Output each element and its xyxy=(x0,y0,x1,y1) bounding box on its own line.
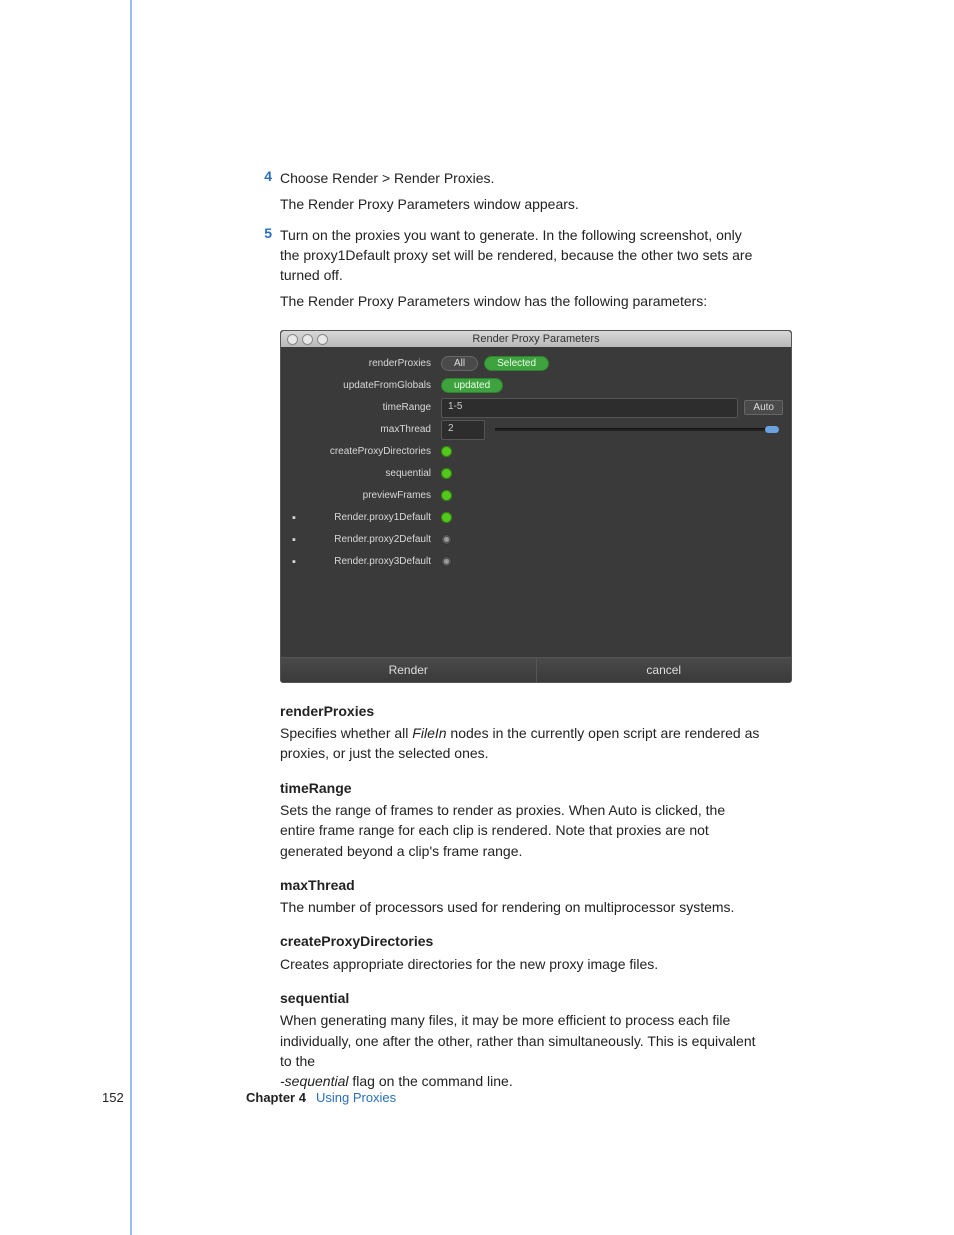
cancel-button[interactable]: cancel xyxy=(536,658,792,682)
timeRange-input[interactable]: 1-5 xyxy=(441,398,738,418)
label-createProxyDirectories: createProxyDirectories xyxy=(293,446,441,457)
term-renderProxies: renderProxies xyxy=(280,701,762,721)
step-number: 5 xyxy=(252,225,272,318)
step-5-line2: The Render Proxy Parameters window has t… xyxy=(280,291,762,311)
step-number: 4 xyxy=(252,168,272,221)
def-maxThread: maxThread The number of processors used … xyxy=(280,875,762,918)
toggle-proxy3Default[interactable] xyxy=(441,556,452,567)
step-4-line1: Choose Render > Render Proxies. xyxy=(280,168,762,188)
row-timeRange: timeRange 1-5 Auto xyxy=(289,397,783,419)
option-all[interactable]: All xyxy=(441,356,478,371)
page-number: 152 xyxy=(102,1090,146,1105)
term-createProxyDirectories: createProxyDirectories xyxy=(280,931,762,951)
row-proxy2Default: ▪ Render.proxy2Default xyxy=(289,529,783,551)
label-sequential: sequential xyxy=(293,468,441,479)
updated-button[interactable]: updated xyxy=(441,378,503,393)
option-selected[interactable]: Selected xyxy=(484,356,549,371)
label-proxy2Default: Render.proxy2Default xyxy=(293,534,441,545)
chapter-title: Using Proxies xyxy=(316,1090,396,1105)
term-timeRange: timeRange xyxy=(280,778,762,798)
label-proxy3Default: Render.proxy3Default xyxy=(293,556,441,567)
traffic-lights[interactable] xyxy=(287,334,328,345)
chapter-label: Chapter 4 xyxy=(246,1090,306,1105)
def-timeRange: timeRange Sets the range of frames to re… xyxy=(280,778,762,861)
label-timeRange: timeRange xyxy=(293,402,441,413)
term-sequential: sequential xyxy=(280,988,762,1008)
step-4: 4 Choose Render > Render Proxies. The Re… xyxy=(252,168,762,221)
sequential-flag: -sequential xyxy=(280,1073,349,1089)
row-proxy3Default: ▪ Render.proxy3Default xyxy=(289,551,783,573)
window-titlebar: Render Proxy Parameters xyxy=(281,331,791,347)
toggle-proxy2Default[interactable] xyxy=(441,534,452,545)
row-renderProxies: renderProxies All Selected xyxy=(289,353,783,375)
toggle-previewFrames[interactable] xyxy=(441,490,452,501)
row-createProxyDirectories: createProxyDirectories xyxy=(289,441,783,463)
step-5-line1: Turn on the proxies you want to generate… xyxy=(280,225,762,286)
maxThread-slider[interactable] xyxy=(495,428,779,431)
label-proxy1Default: Render.proxy1Default xyxy=(293,512,441,523)
def-createProxyDirectories: createProxyDirectories Creates appropria… xyxy=(280,931,762,974)
minimize-icon[interactable] xyxy=(302,334,313,345)
toggle-createProxyDirectories[interactable] xyxy=(441,446,452,457)
def-renderProxies: renderProxies Specifies whether all File… xyxy=(280,701,762,764)
row-previewFrames: previewFrames xyxy=(289,485,783,507)
step-4-line2: The Render Proxy Parameters window appea… xyxy=(280,194,762,214)
close-icon[interactable] xyxy=(287,334,298,345)
label-maxThread: maxThread xyxy=(293,424,441,435)
row-updateFromGlobals: updateFromGlobals updated xyxy=(289,375,783,397)
row-maxThread: maxThread 2 xyxy=(289,419,783,441)
row-proxy1Default: ▪ Render.proxy1Default xyxy=(289,507,783,529)
zoom-icon[interactable] xyxy=(317,334,328,345)
auto-button[interactable]: Auto xyxy=(744,400,783,415)
maxThread-input[interactable]: 2 xyxy=(441,420,485,440)
step-5: 5 Turn on the proxies you want to genera… xyxy=(252,225,762,318)
toggle-proxy1Default[interactable] xyxy=(441,512,452,523)
filein-term: FileIn xyxy=(412,725,446,741)
render-proxy-parameters-window: Render Proxy Parameters renderProxies Al… xyxy=(280,330,792,683)
term-maxThread: maxThread xyxy=(280,875,762,895)
toggle-sequential[interactable] xyxy=(441,468,452,479)
render-button[interactable]: Render xyxy=(281,658,536,682)
row-sequential: sequential xyxy=(289,463,783,485)
page-footer: 152 Chapter 4 Using Proxies xyxy=(102,1090,396,1105)
label-updateFromGlobals: updateFromGlobals xyxy=(293,380,441,391)
label-previewFrames: previewFrames xyxy=(293,490,441,501)
def-sequential: sequential When generating many files, i… xyxy=(280,988,762,1091)
window-title: Render Proxy Parameters xyxy=(472,333,599,345)
label-renderProxies: renderProxies xyxy=(293,358,441,369)
